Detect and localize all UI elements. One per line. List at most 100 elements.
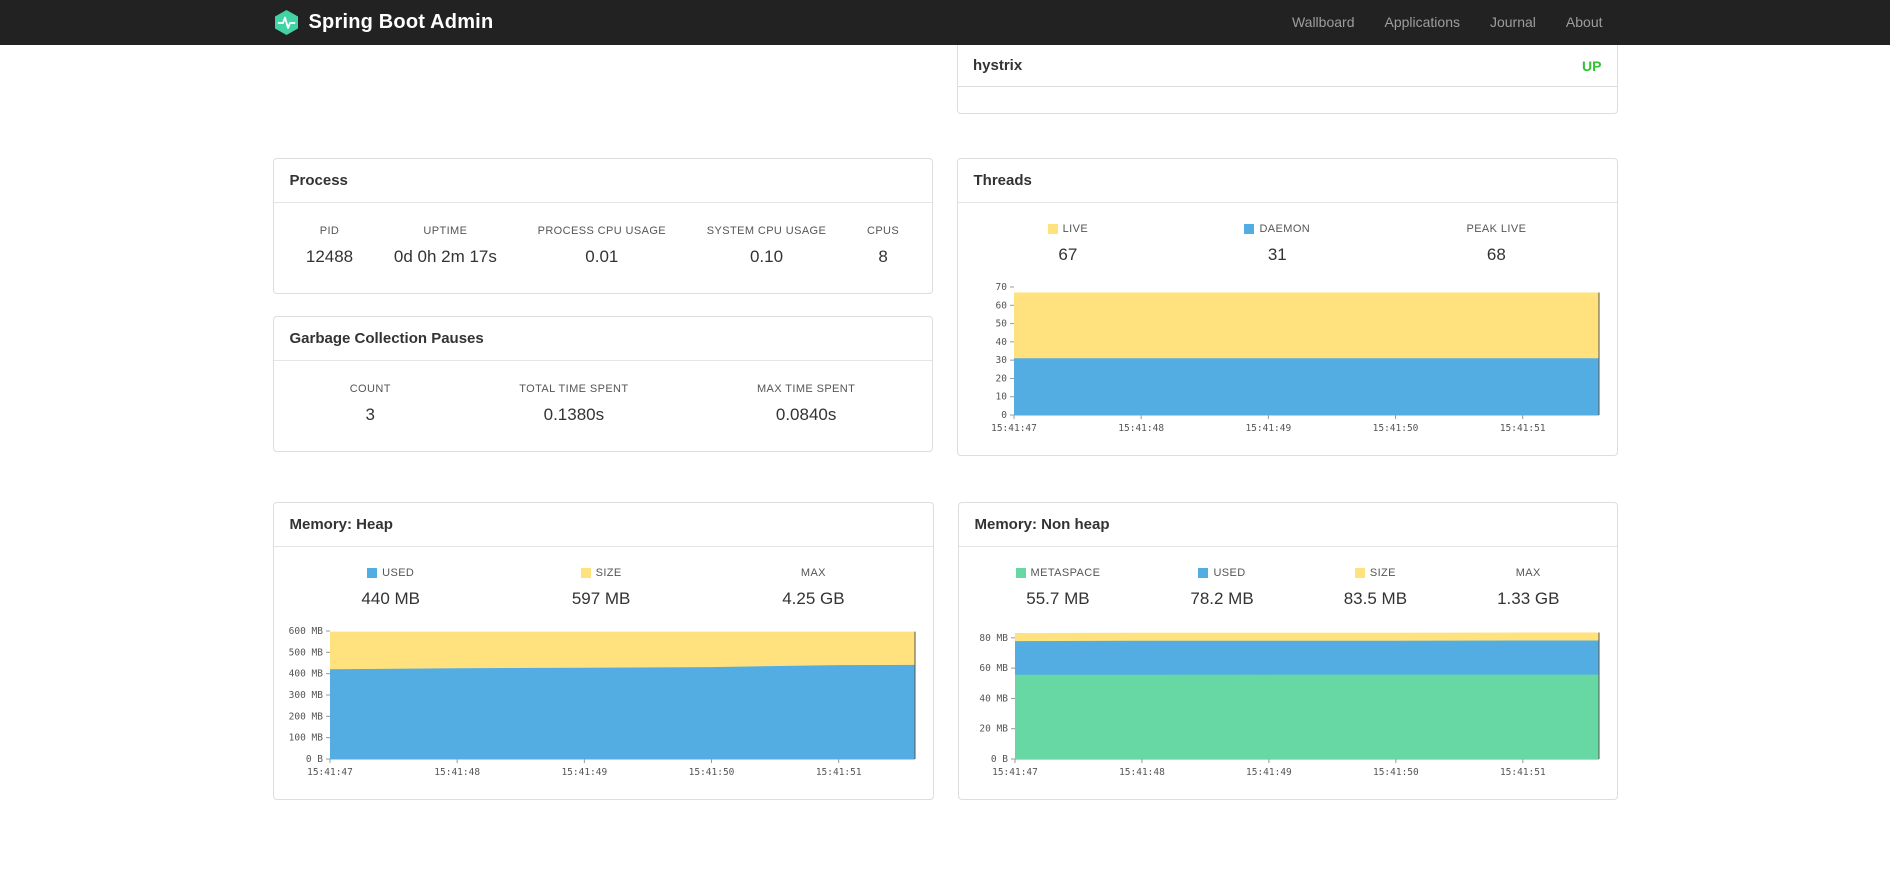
metric-label: SYSTEM CPU USAGE bbox=[706, 225, 827, 237]
threads-panel: Threads LIVE 67 DAEMON 31 PEAK LIVE 68 0 10 20 3… bbox=[956, 158, 1618, 456]
metric-label: USED bbox=[361, 567, 420, 579]
panel-bottom-space bbox=[958, 87, 1617, 113]
brand-title: Spring Boot Admin bbox=[308, 11, 494, 33]
process-metric: SYSTEM CPU USAGE 0.10 bbox=[707, 225, 826, 267]
row-memory: Memory: Heap USED 440 MB SIZE 597 MB MAX 4.25… bbox=[272, 502, 1618, 800]
svg-text:200 MB: 200 MB bbox=[288, 711, 323, 722]
empty-cell bbox=[273, 45, 934, 114]
metric-label: MAX TIME SPENT bbox=[756, 383, 856, 395]
row-applications: hystrix UP bbox=[273, 45, 1618, 114]
application-row[interactable]: hystrix UP bbox=[958, 45, 1617, 87]
nav-link-journal[interactable]: Journal bbox=[1475, 0, 1551, 45]
svg-text:15:41:48: 15:41:48 bbox=[1119, 767, 1165, 778]
memory-nonheap-legend: METASPACE 55.7 MB USED 78.2 MB SIZE 83.5 MB MA… bbox=[959, 547, 1617, 611]
metric-value: 0.01 bbox=[585, 247, 619, 266]
legend-metric: USED 440 MB bbox=[361, 567, 420, 609]
metric-value: 55.7 MB bbox=[1026, 589, 1090, 608]
svg-text:0 B: 0 B bbox=[305, 754, 322, 765]
process-panel: Process PID 12488 UPTIME 0d 0h 2m 17s PROCES… bbox=[272, 158, 933, 294]
metric-value: 78.2 MB bbox=[1190, 589, 1254, 608]
memory-nonheap-panel: Memory: Non heap METASPACE 55.7 MB USED 78.… bbox=[957, 502, 1618, 800]
svg-text:20: 20 bbox=[995, 373, 1007, 384]
process-metric: CPUS 8 bbox=[867, 225, 899, 267]
status-badge: UP bbox=[1582, 57, 1602, 74]
metric-label: USED bbox=[1190, 567, 1253, 579]
threads-chart: 0 10 20 30 40 50 60 70 15:41:47 15:41:48 15:41:49 1… bbox=[966, 283, 1601, 441]
process-metric: PID 12488 bbox=[306, 225, 353, 267]
svg-text:400 MB: 400 MB bbox=[288, 669, 323, 680]
metric-label: LIVE bbox=[1047, 223, 1088, 235]
svg-text:15:41:48: 15:41:48 bbox=[434, 767, 480, 778]
svg-text:80 MB: 80 MB bbox=[979, 633, 1008, 644]
svg-text:15:41:50: 15:41:50 bbox=[1372, 423, 1418, 434]
svg-text:10: 10 bbox=[995, 392, 1007, 403]
legend-metric: METASPACE 55.7 MB bbox=[1015, 567, 1101, 609]
left-stack: Process PID 12488 UPTIME 0d 0h 2m 17s PROCES… bbox=[272, 158, 933, 456]
nav-link-wallboard[interactable]: Wallboard bbox=[1277, 0, 1370, 45]
legend-metric: MAX 1.33 GB bbox=[1497, 567, 1559, 609]
legend-swatch bbox=[1047, 224, 1058, 234]
svg-text:15:41:47: 15:41:47 bbox=[991, 423, 1037, 434]
gc-metric: COUNT 3 bbox=[350, 383, 391, 425]
memory-nonheap-title: Memory: Non heap bbox=[958, 503, 1617, 547]
metric-value: 31 bbox=[1267, 245, 1287, 264]
svg-text:60 MB: 60 MB bbox=[979, 663, 1008, 674]
metric-value: 597 MB bbox=[571, 589, 631, 608]
navbar: Spring Boot Admin Wallboard Applications J… bbox=[0, 0, 1890, 45]
process-metric: PROCESS CPU USAGE 0.01 bbox=[538, 225, 666, 267]
nav-link-applications[interactable]: Applications bbox=[1369, 0, 1475, 45]
memory-heap-title: Memory: Heap bbox=[273, 503, 933, 547]
process-metrics: PID 12488 UPTIME 0d 0h 2m 17s PROCESS CPU US… bbox=[274, 203, 932, 293]
legend-swatch bbox=[1015, 568, 1026, 578]
legend-swatch bbox=[580, 568, 591, 578]
metric-label: MAX bbox=[1515, 567, 1541, 579]
legend-metric: SIZE 597 MB bbox=[572, 567, 631, 609]
metric-value: 440 MB bbox=[361, 589, 420, 608]
legend-metric: LIVE 67 bbox=[1047, 223, 1088, 265]
legend-swatch bbox=[1354, 568, 1365, 578]
svg-text:15:41:49: 15:41:49 bbox=[561, 767, 607, 778]
metric-value: 68 bbox=[1486, 245, 1506, 264]
metric-value: 0d 0h 2m 17s bbox=[393, 247, 497, 266]
svg-text:15:41:50: 15:41:50 bbox=[1372, 767, 1418, 778]
svg-text:15:41:47: 15:41:47 bbox=[307, 767, 353, 778]
metric-value: 1.33 GB bbox=[1497, 589, 1560, 608]
svg-text:15:41:51: 15:41:51 bbox=[815, 767, 861, 778]
row-process-threads: Process PID 12488 UPTIME 0d 0h 2m 17s PROCES… bbox=[272, 158, 1618, 456]
legend-metric: PEAK LIVE 68 bbox=[1466, 223, 1526, 265]
svg-text:15:41:49: 15:41:49 bbox=[1245, 423, 1291, 434]
svg-text:500 MB: 500 MB bbox=[288, 647, 323, 658]
metric-value: 0.1380s bbox=[543, 405, 605, 424]
gc-metric: TOTAL TIME SPENT 0.1380s bbox=[519, 383, 628, 425]
memory-heap-legend: USED 440 MB SIZE 597 MB MAX 4.25 GB bbox=[274, 547, 933, 611]
metric-label: COUNT bbox=[349, 383, 391, 395]
threads-legend: LIVE 67 DAEMON 31 PEAK LIVE 68 bbox=[958, 203, 1617, 267]
metric-value: 0.0840s bbox=[775, 405, 837, 424]
metric-label: PEAK LIVE bbox=[1466, 223, 1527, 235]
svg-text:0: 0 bbox=[1001, 410, 1007, 421]
metric-value: 4.25 GB bbox=[782, 589, 845, 608]
memory-heap-chart: 0 B 100 MB 200 MB 300 MB 400 MB 500 MB 600 MB 1… bbox=[282, 627, 917, 785]
threads-panel-title: Threads bbox=[957, 159, 1617, 203]
svg-text:50: 50 bbox=[995, 319, 1007, 330]
application-name[interactable]: hystrix bbox=[973, 57, 1022, 74]
svg-text:40 MB: 40 MB bbox=[979, 693, 1008, 704]
svg-text:70: 70 bbox=[995, 283, 1007, 293]
legend-metric: SIZE 83.5 MB bbox=[1344, 567, 1407, 609]
svg-text:0 B: 0 B bbox=[990, 754, 1007, 765]
svg-text:300 MB: 300 MB bbox=[288, 690, 323, 701]
svg-text:30: 30 bbox=[995, 355, 1007, 366]
legend-metric: DAEMON 31 bbox=[1244, 223, 1310, 265]
memory-heap-panel: Memory: Heap USED 440 MB SIZE 597 MB MAX 4.25… bbox=[272, 502, 934, 800]
svg-text:20 MB: 20 MB bbox=[979, 724, 1008, 735]
metric-label: CPUS bbox=[866, 225, 900, 237]
legend-metric: USED 78.2 MB bbox=[1190, 567, 1253, 609]
brand-link[interactable]: Spring Boot Admin bbox=[273, 9, 494, 36]
process-panel-title: Process bbox=[273, 159, 932, 203]
svg-text:40: 40 bbox=[995, 337, 1007, 348]
nav-link-about[interactable]: About bbox=[1551, 0, 1618, 45]
svg-text:15:41:49: 15:41:49 bbox=[1246, 767, 1292, 778]
gc-panel: Garbage Collection Pauses COUNT 3 TOTAL TI… bbox=[272, 316, 933, 452]
metric-label: MAX bbox=[800, 567, 826, 579]
metric-label: DAEMON bbox=[1244, 223, 1310, 235]
